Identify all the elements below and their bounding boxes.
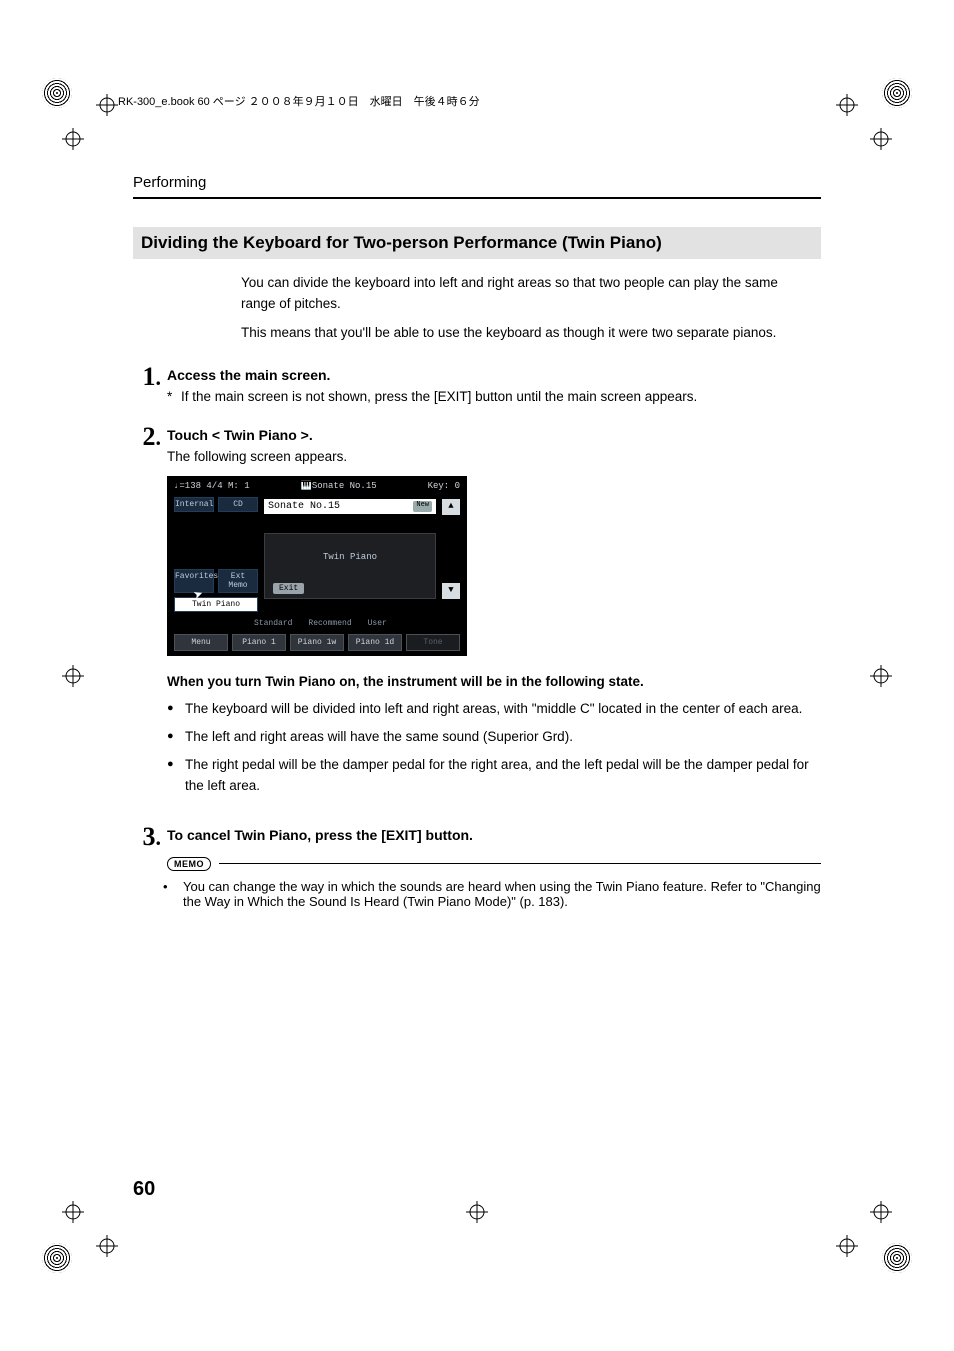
section-heading: Dividing the Keyboard for Two-person Per… <box>133 227 821 259</box>
lcd-scroll-down-button[interactable]: ▼ <box>442 583 460 599</box>
step-1-note: *If the main screen is not shown, press … <box>167 389 821 404</box>
lcd-song-field: Sonate No.15 New <box>264 499 436 514</box>
memo-text: •You can change the way in which the sou… <box>167 879 821 909</box>
step-number: 2. <box>133 424 167 804</box>
lcd-popup-title: Twin Piano <box>265 552 435 562</box>
intro-p1: You can divide the keyboard into left an… <box>241 273 801 315</box>
running-header: Performing <box>133 174 821 191</box>
lcd-popup: Twin Piano Exit <box>264 533 436 599</box>
crosshair-icon <box>466 1201 488 1223</box>
piano-icon: 🎹 <box>301 481 312 491</box>
step-3-title: To cancel Twin Piano, press the [EXIT] b… <box>167 827 821 843</box>
step-2-after: The following screen appears. <box>167 449 821 464</box>
regmark-corner-icon <box>42 78 72 108</box>
lcd-song-title: 🎹Sonate No.15 <box>301 481 377 491</box>
crosshair-icon <box>62 665 84 687</box>
regmark-corner-icon <box>882 78 912 108</box>
page-number: 60 <box>133 1178 155 1201</box>
lcd-menu-button[interactable]: Menu <box>174 634 228 651</box>
lcd-tab-twin-piano[interactable]: Twin Piano <box>174 597 258 612</box>
crosshair-icon <box>870 1201 892 1223</box>
lcd-piano1w-button[interactable]: Piano 1w <box>290 634 344 651</box>
memo-bullet-marker: • <box>173 879 183 894</box>
header-rule <box>133 197 821 199</box>
regmark-corner-icon <box>882 1243 912 1273</box>
bullet-item: The keyboard will be divided into left a… <box>167 699 821 719</box>
bullet-item: The right pedal will be the damper pedal… <box>167 755 821 796</box>
content-area: Performing Dividing the Keyboard for Two… <box>133 174 821 909</box>
print-meta-line: RK-300_e.book 60 ページ ２００８年９月１０日 水曜日 午後４時… <box>118 93 480 109</box>
step-number: 1. <box>133 364 167 404</box>
crosshair-icon <box>96 94 118 116</box>
lcd-cat-standard[interactable]: Standard <box>248 618 298 629</box>
lcd-piano1d-button[interactable]: Piano 1d <box>348 634 402 651</box>
lcd-tab-extmem[interactable]: Ext Memo <box>218 569 258 593</box>
step-2-title: Touch < Twin Piano >. <box>167 427 821 443</box>
crosshair-icon <box>62 128 84 150</box>
crosshair-icon <box>870 128 892 150</box>
memo-header: MEMO <box>167 857 821 871</box>
step-3: 3. To cancel Twin Piano, press the [EXIT… <box>133 824 821 909</box>
intro-p2: This means that you'll be able to use th… <box>241 323 801 344</box>
memo-pill-icon: MEMO <box>167 857 211 871</box>
lcd-tempo-readout: ♩=138 4/4 M: 1 <box>174 481 250 491</box>
step-1: 1. Access the main screen. *If the main … <box>133 364 821 404</box>
crosshair-icon <box>836 94 858 116</box>
memo-rule <box>219 863 821 864</box>
lcd-key-readout: Key: 0 <box>428 481 460 491</box>
lcd-screen: ♩=138 4/4 M: 1 🎹Sonate No.15 Key: 0 Inte… <box>167 476 467 656</box>
lcd-tone-button[interactable]: Tone <box>406 634 460 651</box>
manual-page: RK-300_e.book 60 ページ ２００８年９月１０日 水曜日 午後４時… <box>0 0 954 1351</box>
state-bullet-list: The keyboard will be divided into left a… <box>167 699 821 796</box>
regmark-corner-icon <box>42 1243 72 1273</box>
intro-paragraphs: You can divide the keyboard into left an… <box>241 273 801 344</box>
crosshair-icon <box>836 1235 858 1257</box>
crosshair-icon <box>62 1201 84 1223</box>
lcd-piano1-button[interactable]: Piano 1 <box>232 634 286 651</box>
lcd-cat-user[interactable]: User <box>362 618 393 629</box>
step-1-title: Access the main screen. <box>167 367 821 383</box>
lcd-popup-exit-button[interactable]: Exit <box>273 583 304 594</box>
lcd-cat-recommend[interactable]: Recommend <box>302 618 357 629</box>
crosshair-icon <box>870 665 892 687</box>
lcd-screenshot: ♩=138 4/4 M: 1 🎹Sonate No.15 Key: 0 Inte… <box>167 476 821 656</box>
lcd-new-chip: New <box>413 501 432 512</box>
lcd-tab-internal[interactable]: Internal <box>174 497 214 512</box>
bullet-item: The left and right areas will have the s… <box>167 727 821 747</box>
step-2: 2. Touch < Twin Piano >. The following s… <box>133 424 821 804</box>
crosshair-icon <box>96 1235 118 1257</box>
lcd-scroll-up-button[interactable]: ▲ <box>442 499 460 515</box>
lcd-tab-cd[interactable]: CD <box>218 497 258 512</box>
twin-piano-state-heading: When you turn Twin Piano on, the instrum… <box>167 674 821 689</box>
asterisk-marker: * <box>167 389 181 404</box>
step-number: 3. <box>133 824 167 909</box>
